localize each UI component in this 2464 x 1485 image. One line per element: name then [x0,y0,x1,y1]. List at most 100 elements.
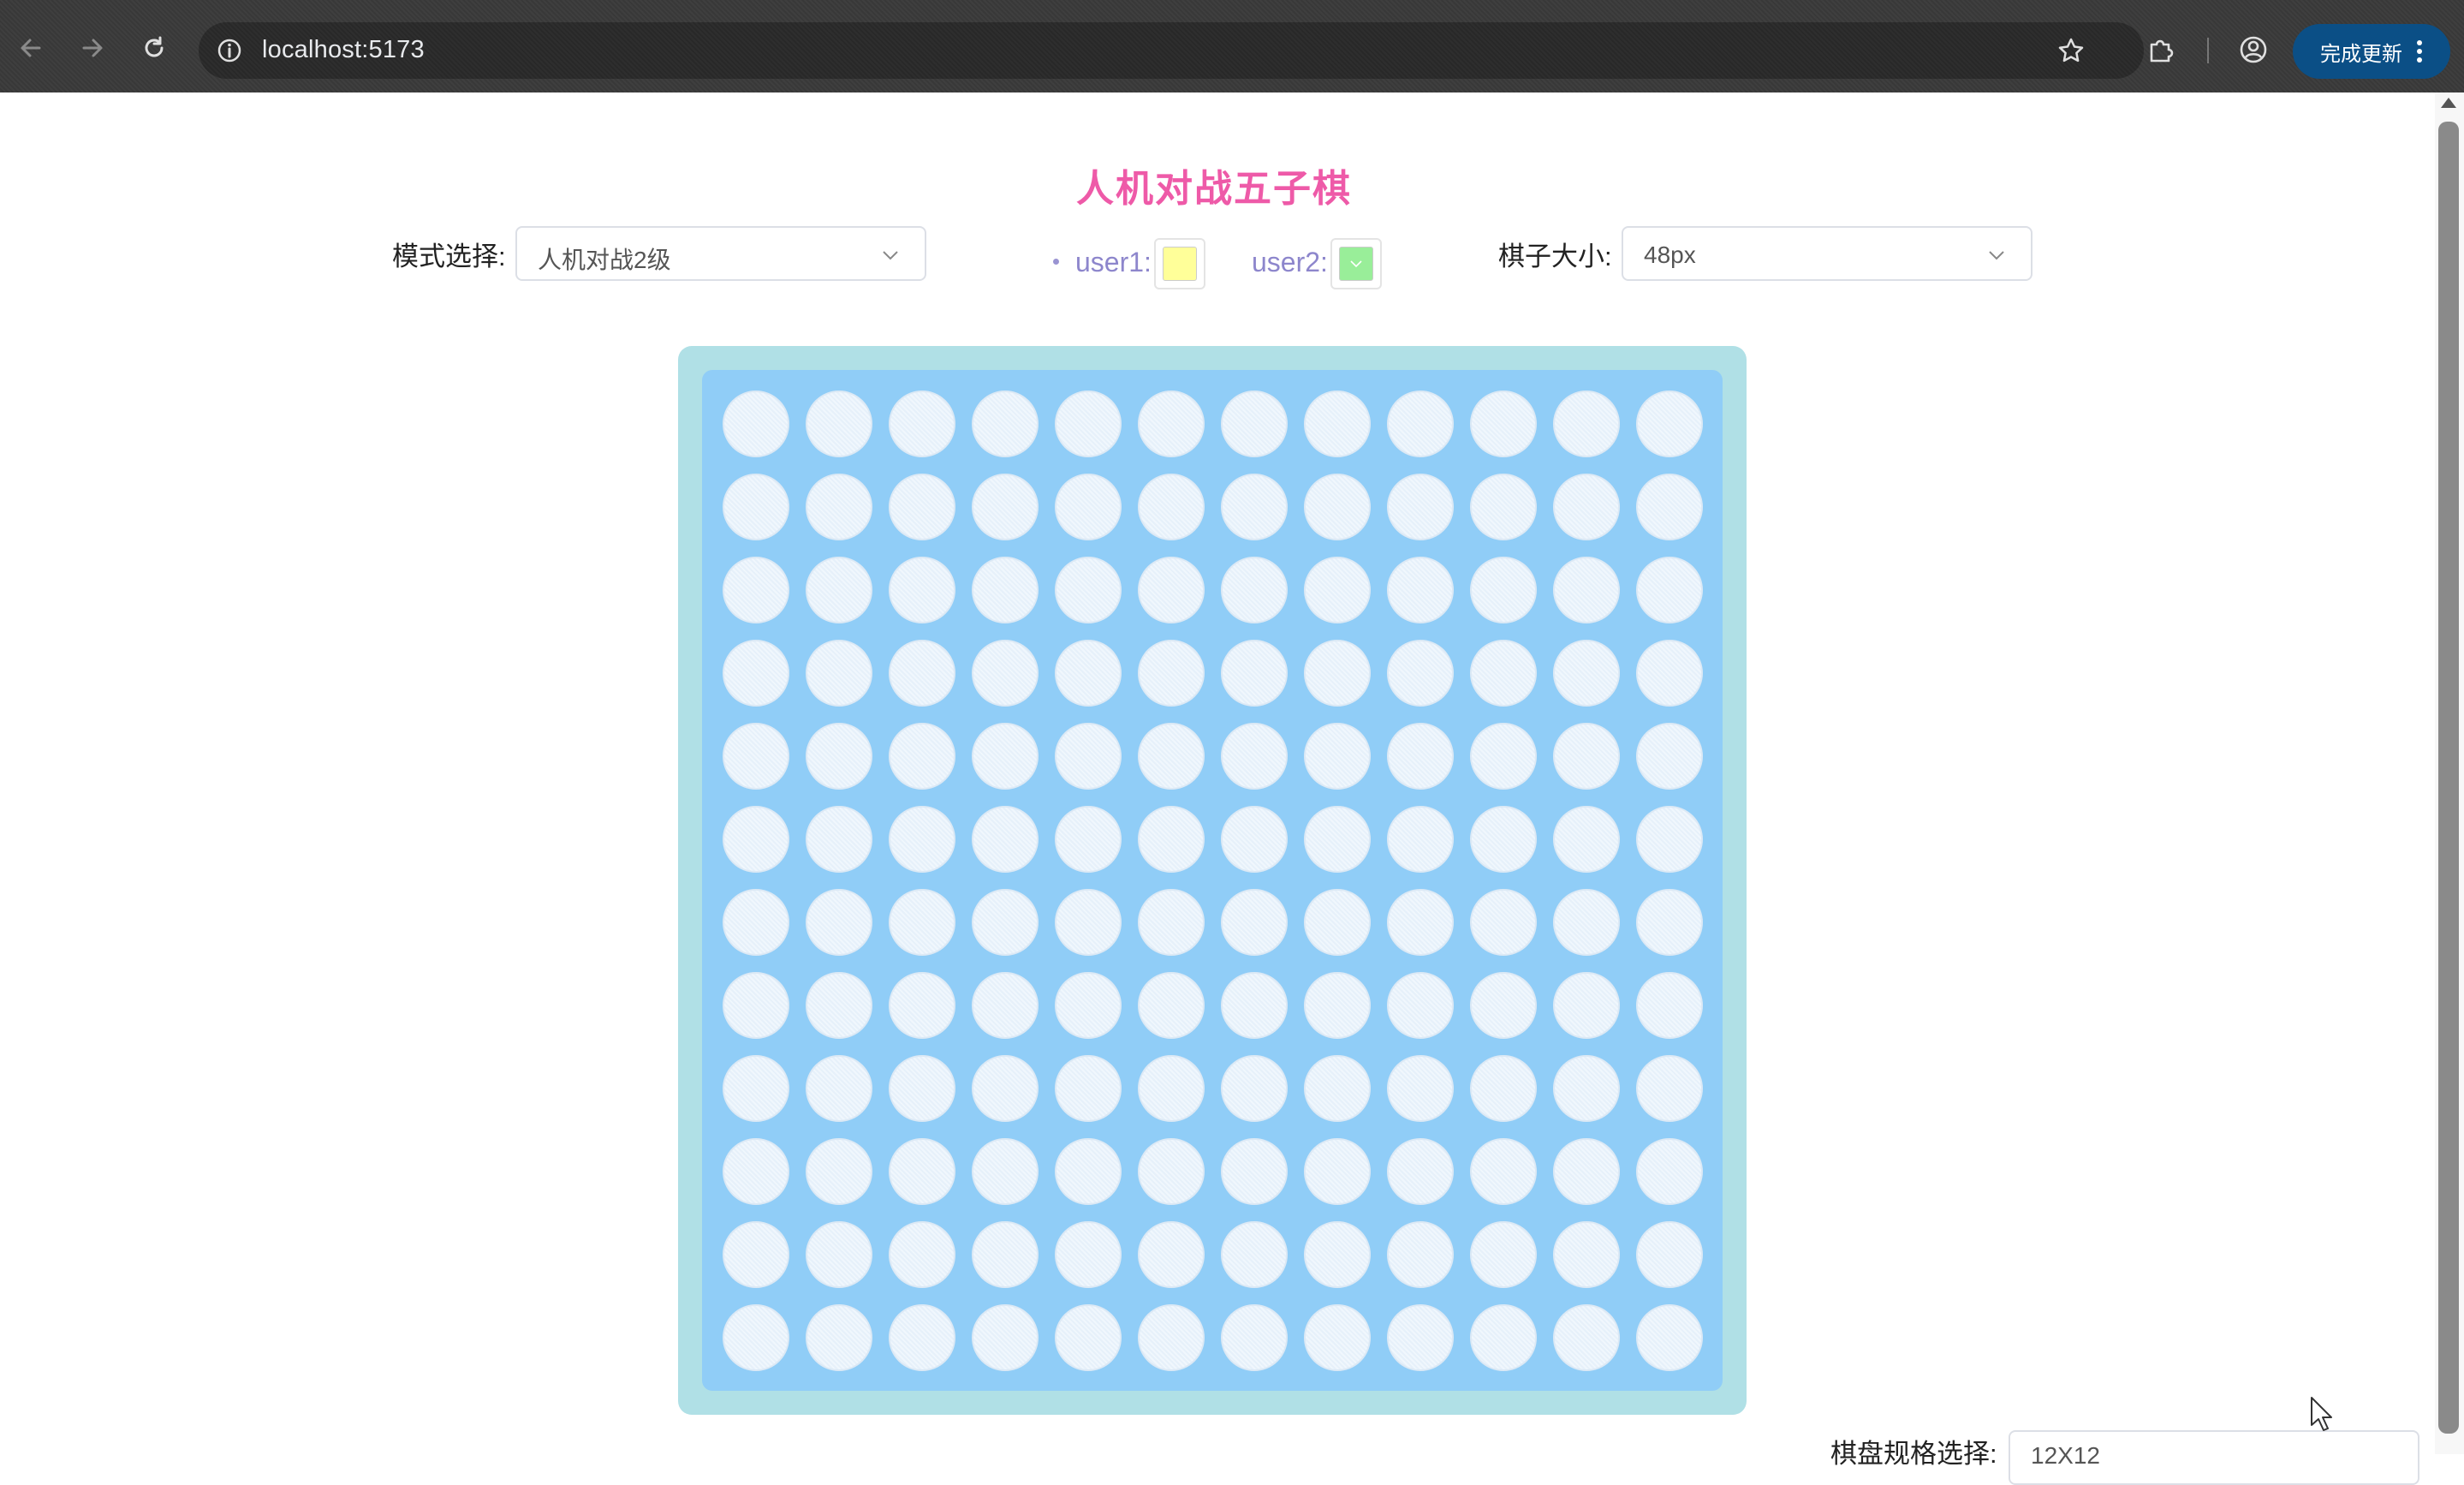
empty-stone-slot[interactable] [1220,473,1288,540]
empty-stone-slot[interactable] [971,473,1039,540]
board-cell[interactable] [1212,797,1295,880]
board-cell[interactable] [714,714,797,797]
board-cell[interactable] [1628,1130,1711,1213]
board-cell[interactable] [1544,963,1628,1047]
board-cell[interactable] [963,1130,1046,1213]
empty-stone-slot[interactable] [1137,1303,1205,1371]
board-cell[interactable] [1295,1296,1378,1379]
board-cell[interactable] [714,1213,797,1296]
board-cell[interactable] [1544,714,1628,797]
board-cell[interactable] [714,797,797,880]
empty-stone-slot[interactable] [971,888,1039,956]
board-cell[interactable] [1461,880,1544,963]
empty-stone-slot[interactable] [1220,722,1288,790]
empty-stone-slot[interactable] [1054,1054,1122,1122]
profile-icon[interactable] [2238,34,2269,65]
empty-stone-slot[interactable] [1469,639,1537,707]
board-cell[interactable] [1212,1047,1295,1130]
board-cell[interactable] [1544,631,1628,714]
empty-stone-slot[interactable] [1220,639,1288,707]
board-cell[interactable] [714,631,797,714]
empty-stone-slot[interactable] [722,556,789,623]
empty-stone-slot[interactable] [1552,473,1620,540]
board-cell[interactable] [1212,714,1295,797]
empty-stone-slot[interactable] [1552,390,1620,457]
update-button[interactable]: 完成更新 [2293,24,2450,79]
empty-stone-slot[interactable] [1303,1303,1371,1371]
empty-stone-slot[interactable] [1635,473,1703,540]
empty-stone-slot[interactable] [971,1137,1039,1205]
board-cell[interactable] [963,880,1046,963]
empty-stone-slot[interactable] [1137,473,1205,540]
empty-stone-slot[interactable] [1054,390,1122,457]
empty-stone-slot[interactable] [1054,556,1122,623]
board-cell[interactable] [1461,714,1544,797]
forward-arrow-icon[interactable] [74,29,111,67]
board-cell[interactable] [1378,1130,1461,1213]
board-cell[interactable] [1544,880,1628,963]
empty-stone-slot[interactable] [805,971,872,1039]
board-cell[interactable] [797,382,880,465]
board-cell[interactable] [1461,797,1544,880]
empty-stone-slot[interactable] [888,1303,955,1371]
board-cell[interactable] [1544,548,1628,631]
board-cell[interactable] [880,880,963,963]
board-cell[interactable] [1544,797,1628,880]
empty-stone-slot[interactable] [1220,1303,1288,1371]
board-cell[interactable] [1212,963,1295,1047]
board-cell[interactable] [963,465,1046,548]
board-cell[interactable] [1378,1213,1461,1296]
board-cell[interactable] [797,1047,880,1130]
empty-stone-slot[interactable] [1469,1303,1537,1371]
board-cell[interactable] [714,963,797,1047]
empty-stone-slot[interactable] [888,722,955,790]
empty-stone-slot[interactable] [1635,805,1703,873]
empty-stone-slot[interactable] [971,1054,1039,1122]
board-cell[interactable] [1212,631,1295,714]
back-arrow-icon[interactable] [12,29,50,67]
board-cell[interactable] [1129,1047,1212,1130]
board-cell[interactable] [1628,1047,1711,1130]
empty-stone-slot[interactable] [1469,805,1537,873]
empty-stone-slot[interactable] [1303,805,1371,873]
empty-stone-slot[interactable] [805,556,872,623]
empty-stone-slot[interactable] [1386,473,1454,540]
empty-stone-slot[interactable] [888,639,955,707]
board-cell[interactable] [1212,1130,1295,1213]
board-cell[interactable] [1212,465,1295,548]
empty-stone-slot[interactable] [888,556,955,623]
board-cell[interactable] [1129,465,1212,548]
empty-stone-slot[interactable] [971,722,1039,790]
board-cell[interactable] [797,1296,880,1379]
empty-stone-slot[interactable] [805,722,872,790]
extensions-icon[interactable] [2146,34,2176,65]
empty-stone-slot[interactable] [805,1054,872,1122]
empty-stone-slot[interactable] [722,888,789,956]
board-cell[interactable] [1295,963,1378,1047]
board-cell[interactable] [1544,1130,1628,1213]
empty-stone-slot[interactable] [1386,971,1454,1039]
site-info-icon[interactable] [216,37,243,64]
empty-stone-slot[interactable] [1552,805,1620,873]
board-cell[interactable] [1378,880,1461,963]
empty-stone-slot[interactable] [1054,1220,1122,1288]
empty-stone-slot[interactable] [1137,722,1205,790]
empty-stone-slot[interactable] [1220,390,1288,457]
board-cell[interactable] [1461,548,1544,631]
empty-stone-slot[interactable] [888,390,955,457]
empty-stone-slot[interactable] [805,1303,872,1371]
empty-stone-slot[interactable] [1552,639,1620,707]
board-cell[interactable] [1461,631,1544,714]
board-cell[interactable] [1046,1047,1129,1130]
empty-stone-slot[interactable] [1303,1054,1371,1122]
board-cell[interactable] [963,714,1046,797]
board-cell[interactable] [1628,1213,1711,1296]
empty-stone-slot[interactable] [1137,390,1205,457]
empty-stone-slot[interactable] [1469,1137,1537,1205]
board-cell[interactable] [1544,1296,1628,1379]
board-cell[interactable] [1378,548,1461,631]
empty-stone-slot[interactable] [1469,473,1537,540]
empty-stone-slot[interactable] [1552,1054,1620,1122]
empty-stone-slot[interactable] [1386,805,1454,873]
empty-stone-slot[interactable] [888,1137,955,1205]
